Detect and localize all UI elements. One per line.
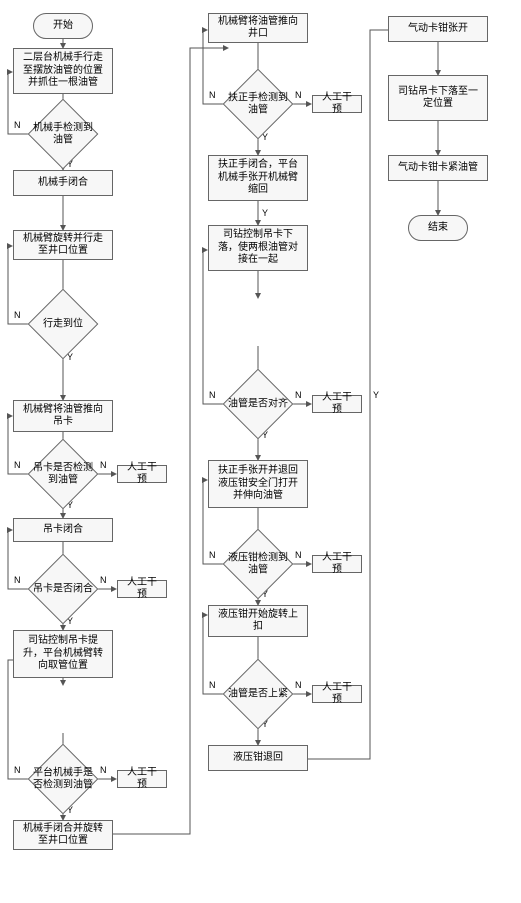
lbl-n: N (209, 390, 216, 400)
process: 司钻控制吊卡提升，平台机械臂转向取管位置 (13, 630, 113, 678)
lbl-n: N (14, 575, 21, 585)
process: 扶正手闭合，平台机械手张开机械臂缩回 (208, 155, 308, 201)
lbl-n: N (209, 90, 216, 100)
process: 机械手闭合 (13, 170, 113, 196)
decision: 油管是否上紧 (224, 670, 292, 718)
manual-intervention: 人工干预 (312, 95, 362, 113)
manual-intervention: 人工干预 (312, 555, 362, 573)
lbl-n: N (295, 390, 302, 400)
process: 气动卡钳卡紧油管 (388, 155, 488, 181)
process: 二层台机械手行走至摆放油管的位置并抓住一根油管 (13, 48, 113, 94)
decision: 液压钳检测到油管 (224, 540, 292, 588)
process: 机械臂旋转并行走至井口位置 (13, 230, 113, 260)
lbl-n: N (14, 310, 21, 320)
process: 吊卡闭合 (13, 518, 113, 542)
process: 扶正手张开并退回液压钳安全门打开并伸向油管 (208, 460, 308, 508)
decision: 平台机械手是否检测到油管 (29, 755, 97, 803)
decision: 行走到位 (29, 300, 97, 348)
lbl-n: N (209, 680, 216, 690)
lbl-n: N (14, 460, 21, 470)
process: 液压钳开始旋转上扣 (208, 605, 308, 637)
decision: 扶正手检测到油管 (224, 80, 292, 128)
decision: 吊卡是否闭合 (29, 565, 97, 613)
decision: 机械手检测到油管 (29, 110, 97, 158)
terminator-end: 结束 (408, 215, 468, 241)
lbl-n: N (295, 680, 302, 690)
manual-intervention: 人工干预 (117, 580, 167, 598)
lbl-n: N (14, 120, 21, 130)
process: 机械手闭合并旋转至井口位置 (13, 820, 113, 850)
process: 液压钳退回 (208, 745, 308, 771)
manual-intervention: 人工干预 (117, 770, 167, 788)
lbl-y: Y (262, 208, 268, 218)
process: 气动卡钳张开 (388, 16, 488, 42)
lbl-n: N (100, 460, 107, 470)
lbl-n: N (100, 575, 107, 585)
flowchart-canvas: N Y N Y N Y N N Y N N Y N N Y N Y N Y N … (0, 0, 521, 903)
lbl-n: N (295, 550, 302, 560)
process: 司钻控制吊卡下落，使两根油管对接在一起 (208, 225, 308, 271)
terminator-start: 开始 (33, 13, 93, 39)
process: 司钻吊卡下落至一定位置 (388, 75, 488, 121)
lbl-n: N (295, 90, 302, 100)
process: 机械臂将油管推向吊卡 (13, 400, 113, 432)
lbl-n: N (14, 765, 21, 775)
manual-intervention: 人工干预 (312, 395, 362, 413)
lbl-y: Y (373, 390, 379, 400)
lbl-n: N (100, 765, 107, 775)
manual-intervention: 人工干预 (312, 685, 362, 703)
process: 机械臂将油管推向井口 (208, 13, 308, 43)
decision: 吊卡是否检测到油管 (29, 450, 97, 498)
decision: 油管是否对齐 (224, 380, 292, 428)
lbl-n: N (209, 550, 216, 560)
manual-intervention: 人工干预 (117, 465, 167, 483)
